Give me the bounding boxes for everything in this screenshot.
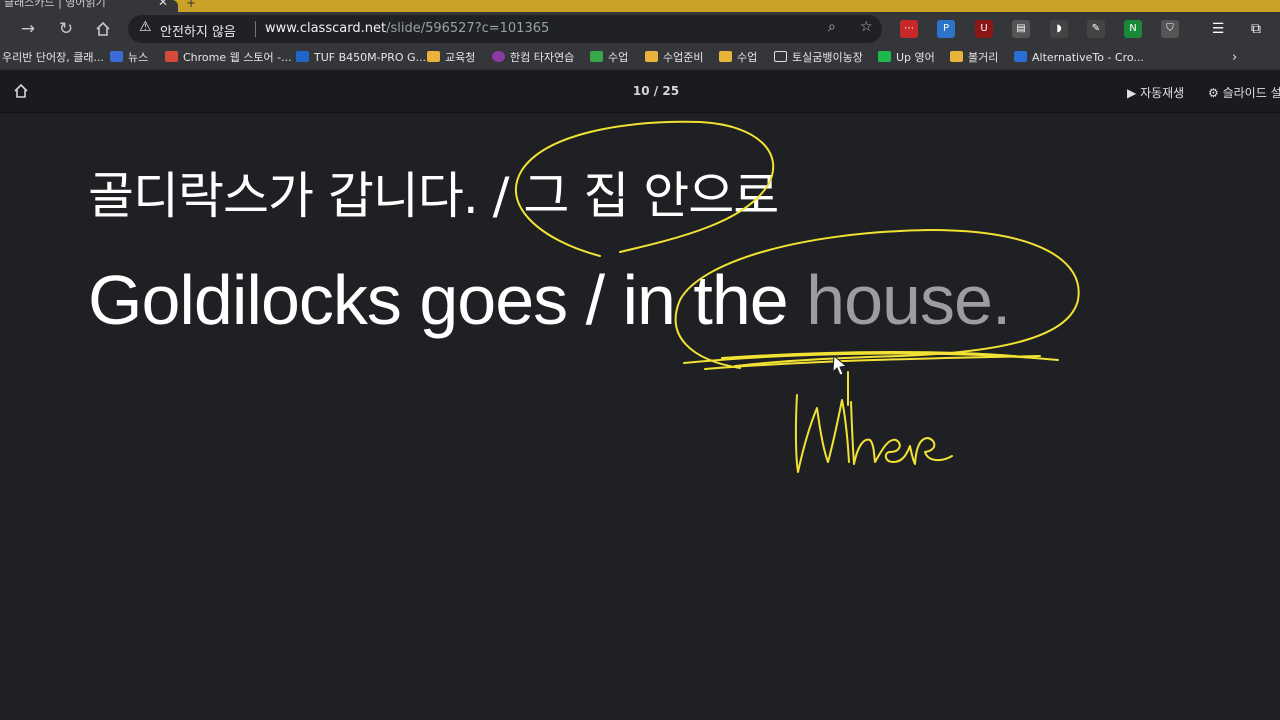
folder-icon <box>645 51 658 62</box>
zoom-icon[interactable]: ⌕ <box>828 19 836 35</box>
ublock-icon[interactable]: U <box>975 20 993 38</box>
bookmark-item[interactable]: 한컴 타자연습 <box>492 50 574 66</box>
reload-icon[interactable]: ↻ <box>54 17 78 41</box>
folder-icon <box>950 51 963 62</box>
extension-icon[interactable]: ⋯ <box>900 20 918 38</box>
bookmark-item[interactable]: 토실굼뱅이농장 <box>774 50 863 66</box>
forward-icon[interactable]: → <box>16 17 40 41</box>
play-icon: ▶ <box>1127 86 1137 100</box>
extension-icon[interactable]: N <box>1124 20 1142 38</box>
omnibox-divider <box>255 21 256 37</box>
gear-icon: ⚙ <box>1208 86 1219 100</box>
bookmark-item[interactable]: Chrome 웹 스토어 -... <box>165 50 292 66</box>
security-warning[interactable]: 안전하지 않음 <box>160 21 236 40</box>
address-bar[interactable]: ⚠ 안전하지 않음 www.classcard.net/slide/596527… <box>128 15 882 43</box>
hidden-word: house. <box>806 261 1011 339</box>
url-text[interactable]: www.classcard.net/slide/596527?c=101365 <box>265 21 549 36</box>
warning-icon: ⚠ <box>139 19 152 35</box>
shield-icon[interactable]: ⛉ <box>1161 20 1179 38</box>
news-icon <box>110 51 123 62</box>
reading-list-icon[interactable]: ☰ <box>1209 20 1227 38</box>
hancom-icon <box>492 51 505 62</box>
tab-title: 클래스카드 | 영어읽기 <box>4 0 106 9</box>
bookmark-item[interactable]: 수업 <box>590 50 628 66</box>
bookmark-item[interactable]: Up 영어 <box>878 50 935 66</box>
english-sentence: Goldilocks goes / in the house. <box>88 261 1011 339</box>
folder-icon <box>427 51 440 62</box>
slide-settings-button[interactable]: ⚙ 슬라이드 설 <box>1208 84 1280 101</box>
tab-strip: 클래스카드 | 영어읽기 ✕ + <box>0 0 1280 12</box>
bookmarks-bar: 우리반 단어장, 클래... 뉴스 Chrome 웹 스토어 -... TUF … <box>0 46 1280 70</box>
autoplay-button[interactable]: ▶ 자동재생 <box>1127 84 1184 101</box>
folder-icon <box>719 51 732 62</box>
home-icon[interactable] <box>91 17 115 41</box>
slide-header: 10 / 25 ▶ 자동재생 ⚙ 슬라이드 설 <box>0 71 1280 113</box>
bookmark-star-icon[interactable]: ☆ <box>860 19 873 35</box>
image-icon <box>590 51 603 62</box>
slide-counter: 10 / 25 <box>632 84 680 98</box>
tab-search-icon[interactable]: ⧉ <box>1247 20 1265 38</box>
alternativeto-icon <box>1014 51 1027 62</box>
more-bookmarks-icon[interactable]: › <box>1232 50 1237 66</box>
bookmark-item[interactable]: 수업 <box>719 50 757 66</box>
bookmark-item[interactable]: 볼거리 <box>950 50 998 66</box>
page-icon <box>774 51 787 62</box>
bookmark-item[interactable]: 수업준비 <box>645 50 703 66</box>
extension-icon[interactable]: ◗ <box>1050 20 1068 38</box>
slide-area: 골디락스가 갑니다. / 그 집 안으로 Goldilocks goes / i… <box>0 114 1280 720</box>
tab-close-icon[interactable]: ✕ <box>158 0 168 9</box>
korean-sentence: 골디락스가 갑니다. / 그 집 안으로 <box>88 167 779 225</box>
bookmark-item[interactable]: 우리반 단어장, 클래... <box>2 50 104 66</box>
extension-icon[interactable]: ▤ <box>1012 20 1030 38</box>
webstore-icon <box>165 51 178 62</box>
bookmark-item[interactable]: TUF B450M-PRO G... <box>296 50 426 66</box>
new-tab-icon[interactable]: + <box>186 0 196 10</box>
asus-icon <box>296 51 309 62</box>
bookmark-item[interactable]: 교육청 <box>427 50 475 66</box>
bookmark-item[interactable]: AlternativeTo - Cro... <box>1014 50 1144 66</box>
naver-icon <box>878 51 891 62</box>
bookmark-item[interactable]: 뉴스 <box>110 50 148 66</box>
extension-icon[interactable]: P <box>937 20 955 38</box>
extension-icon[interactable]: ✎ <box>1087 20 1105 38</box>
active-tab[interactable]: 클래스카드 | 영어읽기 ✕ <box>0 0 178 12</box>
browser-toolbar: → ↻ ⚠ 안전하지 않음 www.classcard.net/slide/59… <box>0 12 1280 46</box>
